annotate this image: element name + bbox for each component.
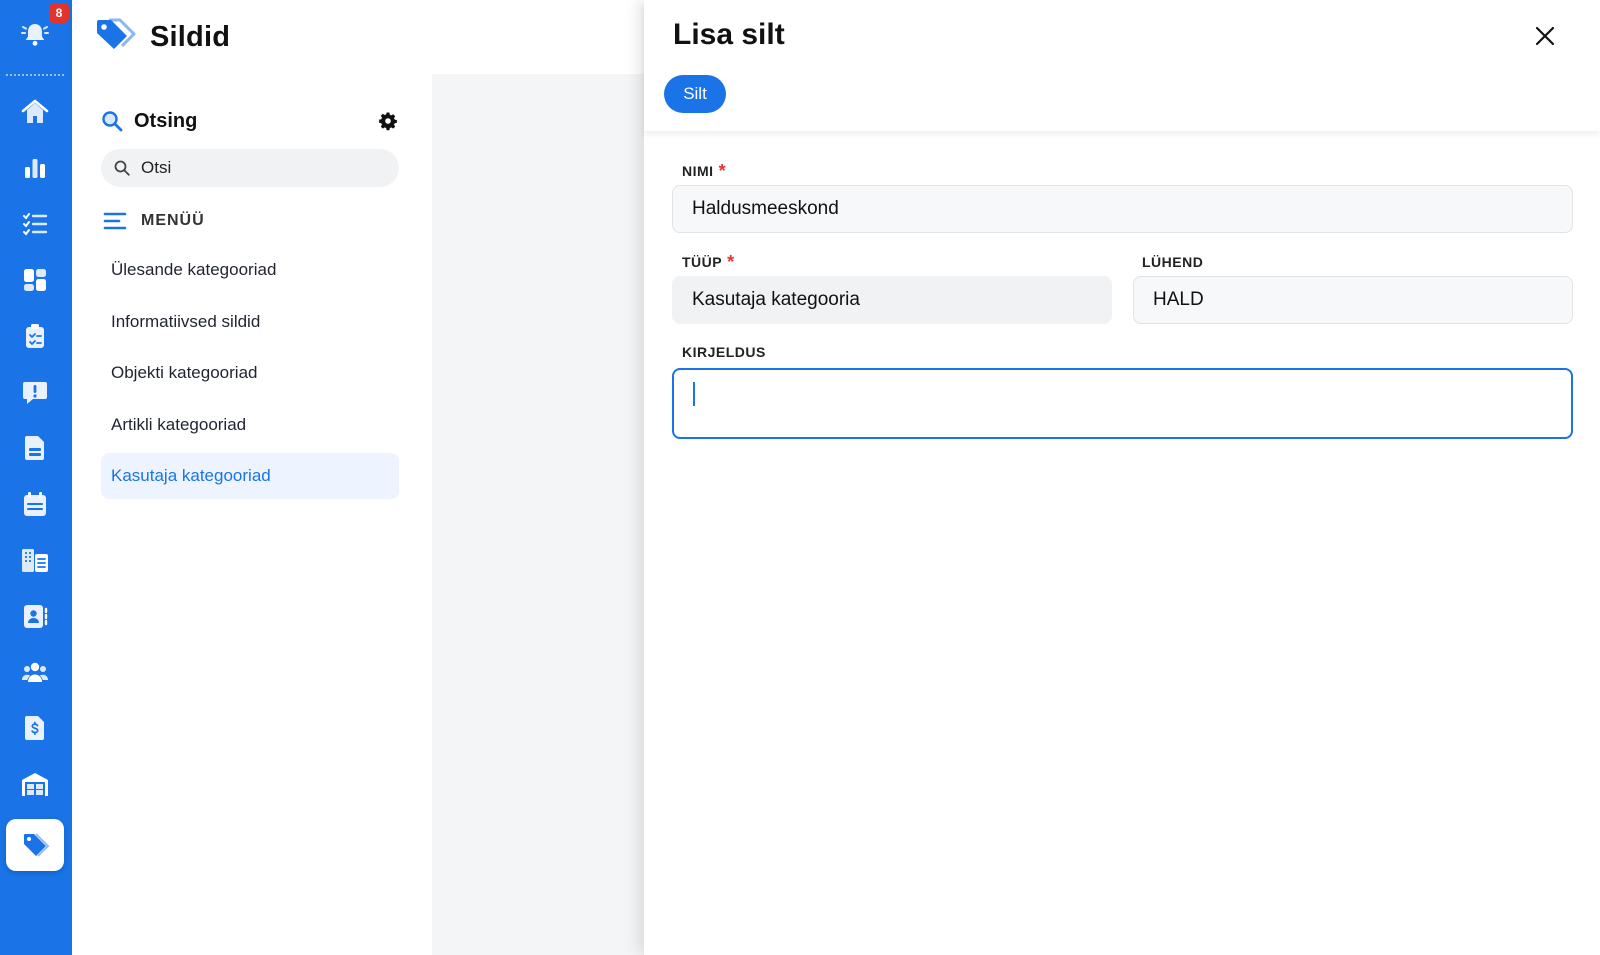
warehouse-icon	[22, 773, 48, 796]
rail-checklists-button[interactable]	[6, 310, 64, 362]
invoice-icon	[25, 716, 44, 740]
tag-icon	[24, 833, 50, 857]
clipboard-check-icon	[26, 324, 44, 348]
alert-message-icon	[23, 382, 47, 404]
abbreviation-label-text: LÜHEND	[1142, 254, 1204, 270]
menu-label: MENÜÜ	[141, 212, 205, 229]
rail-incidents-button[interactable]	[6, 366, 64, 418]
close-icon[interactable]	[1533, 24, 1557, 48]
notification-badge: 8	[49, 3, 69, 23]
checklist-icon	[23, 213, 48, 236]
buildings-list-icon	[22, 549, 48, 572]
bell-alert-icon	[21, 24, 49, 46]
tab-silt[interactable]: Silt	[664, 75, 726, 113]
search-small-icon	[114, 160, 130, 176]
name-label: NIMI *	[682, 161, 726, 182]
document-icon	[25, 436, 44, 460]
text-caret	[693, 382, 695, 406]
app-header: Sildid	[72, 0, 644, 74]
description-label-text: KIRJELDUS	[682, 344, 766, 360]
description-label: KIRJELDUS	[682, 344, 766, 360]
rail-tasks-button[interactable]	[6, 198, 64, 250]
rail-contacts-button[interactable]	[6, 590, 64, 642]
type-select-value: Kasutaja kategooria	[692, 289, 860, 310]
calendar-icon	[24, 492, 46, 516]
page-title: Sildid	[150, 20, 231, 53]
content-area	[432, 74, 644, 955]
nav-item-user-categories[interactable]: Kasutaja kategooriad	[101, 453, 399, 499]
rail-calendar-button[interactable]	[6, 478, 64, 530]
rail-invoices-button[interactable]	[6, 702, 64, 754]
nav-item-article-categories[interactable]: Artikli kategooriad	[101, 402, 399, 448]
menu-lines-icon	[103, 212, 127, 230]
gear-icon[interactable]	[378, 111, 398, 131]
name-label-text: NIMI	[682, 163, 714, 179]
search-header: Otsing	[100, 108, 398, 134]
type-label: TÜÜP *	[682, 252, 735, 273]
type-select[interactable]: Kasutaja kategooria	[672, 276, 1112, 324]
description-textarea[interactable]	[674, 370, 1571, 437]
add-tag-panel: Lisa silt Silt NIMI* TÜÜP* Kasutaja kate…	[644, 0, 1600, 955]
required-marker: *	[727, 252, 735, 272]
rail-reports-button[interactable]	[6, 142, 64, 194]
users-group-icon	[22, 662, 48, 682]
menu-header: MENÜÜ	[103, 211, 205, 231]
description-field[interactable]	[672, 368, 1573, 439]
rail-dashboard-button[interactable]	[6, 254, 64, 306]
panel-title: Lisa silt	[673, 18, 785, 51]
category-sidebar: Otsing MENÜÜ Ülesande kategooriad Inform…	[72, 74, 432, 955]
abbreviation-input[interactable]	[1153, 289, 1572, 311]
nav-item-task-categories[interactable]: Ülesande kategooriad	[101, 247, 399, 293]
rail-users-button[interactable]	[6, 646, 64, 698]
required-marker: *	[718, 161, 727, 181]
rail-documents-button[interactable]	[6, 422, 64, 474]
dashboard-icon	[24, 269, 46, 291]
type-label-text: TÜÜP	[682, 254, 723, 270]
name-field[interactable]	[672, 185, 1573, 233]
name-input[interactable]	[692, 198, 1572, 220]
home-icon	[21, 99, 49, 123]
contact-card-icon	[24, 605, 48, 628]
abbreviation-field[interactable]	[1133, 276, 1573, 324]
rail-tags-button[interactable]	[6, 819, 64, 871]
search-icon	[102, 111, 123, 132]
tag-logo-icon	[97, 18, 136, 49]
rail-objects-button[interactable]	[6, 534, 64, 586]
search-label: Otsing	[134, 109, 198, 132]
search-field[interactable]	[101, 149, 399, 187]
nav-item-informative-tags[interactable]: Informatiivsed sildid	[101, 299, 399, 345]
search-input[interactable]	[141, 158, 381, 178]
rail-warehouse-button[interactable]	[6, 758, 64, 810]
nav-item-object-categories[interactable]: Objekti kategooriad	[101, 350, 399, 396]
bar-chart-icon	[25, 159, 45, 178]
rail-home-button[interactable]	[6, 86, 64, 138]
icon-rail: 8	[0, 0, 72, 955]
rail-divider	[6, 74, 64, 76]
abbreviation-label: LÜHEND	[1142, 254, 1203, 270]
panel-header: Lisa silt Silt	[644, 0, 1600, 131]
